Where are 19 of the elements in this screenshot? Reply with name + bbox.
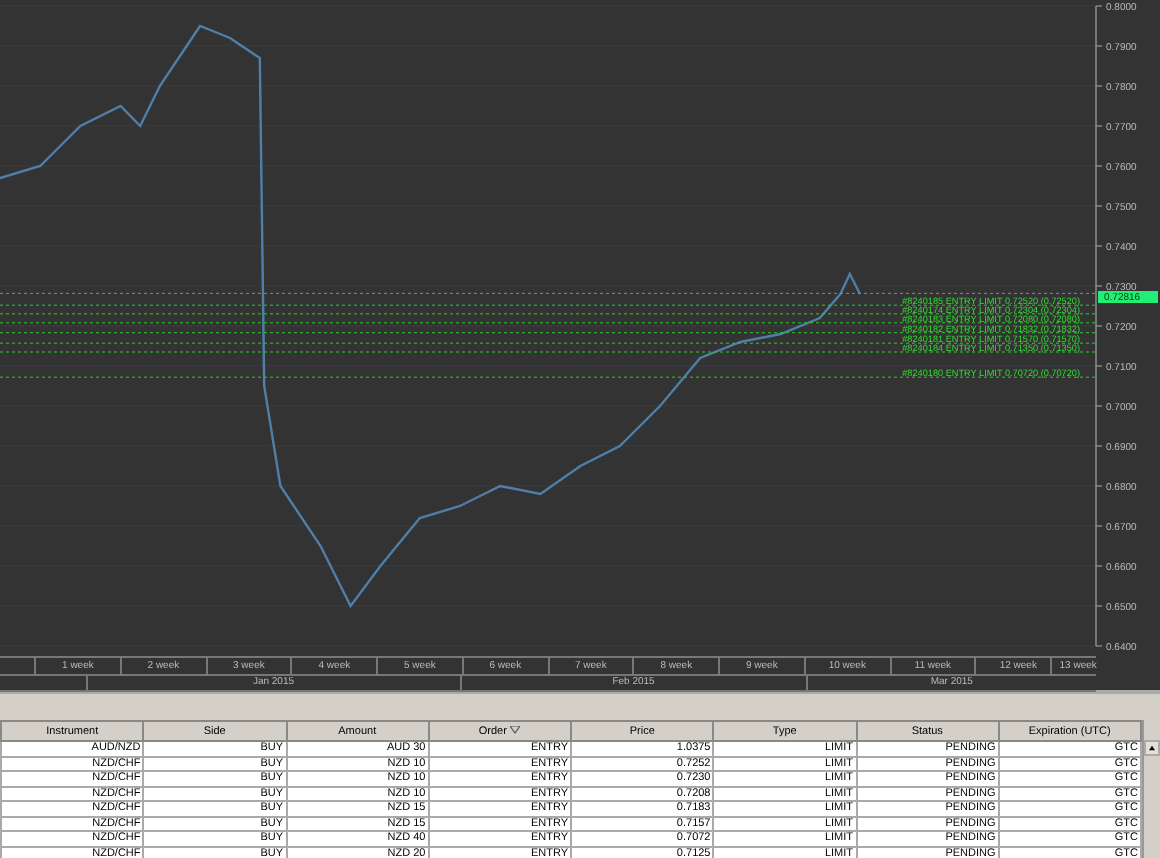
axis-tick bbox=[1095, 285, 1103, 287]
axis-tick bbox=[1095, 405, 1103, 407]
axis-tick bbox=[1095, 605, 1103, 607]
axis-tick bbox=[1095, 325, 1103, 327]
axis-tick bbox=[1095, 525, 1103, 527]
axis-tick bbox=[1095, 125, 1103, 127]
axis-tick bbox=[1095, 85, 1103, 87]
scroll-up-icon[interactable] bbox=[1144, 740, 1160, 756]
axis-tick bbox=[1095, 565, 1103, 567]
axis-tick bbox=[1095, 5, 1103, 7]
axis-tick bbox=[1095, 485, 1103, 487]
axis-tick bbox=[1095, 45, 1103, 47]
axis-tick bbox=[1095, 365, 1103, 367]
axis-tick bbox=[1095, 245, 1103, 247]
axis-tick bbox=[1095, 205, 1103, 207]
scrollbar[interactable] bbox=[1142, 720, 1160, 858]
axis-tick bbox=[1095, 165, 1103, 167]
axis-tick bbox=[1095, 645, 1103, 647]
axis-tick bbox=[1095, 445, 1103, 447]
